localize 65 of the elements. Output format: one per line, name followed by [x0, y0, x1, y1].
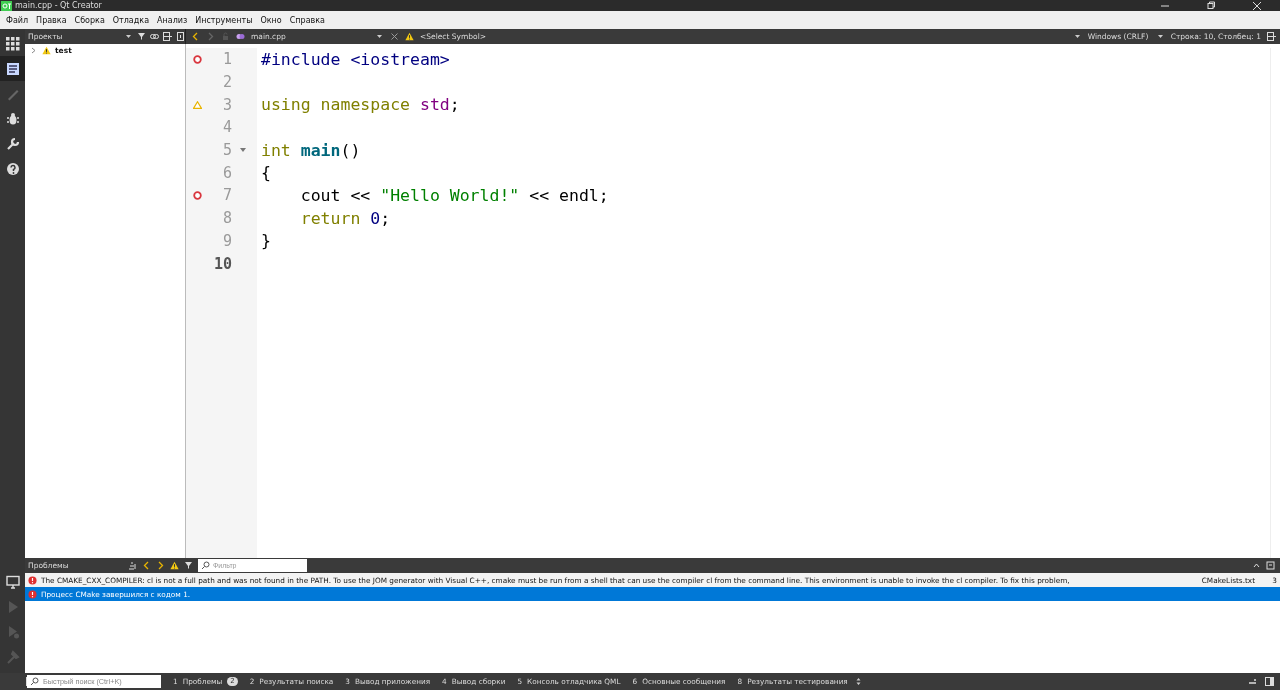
line-number: 9 — [221, 231, 232, 250]
progress-toggle-icon[interactable] — [1248, 677, 1257, 686]
menu-item[interactable]: Отладка — [112, 15, 150, 25]
filter-icon[interactable] — [137, 32, 146, 41]
line-number: 6 — [221, 163, 232, 182]
close-pane-icon[interactable] — [176, 32, 185, 41]
dropdown-arrow-icon[interactable] — [124, 32, 133, 41]
menu-item[interactable]: Инструменты — [195, 15, 253, 25]
file-type-icon — [236, 32, 245, 41]
line-number: 4 — [221, 118, 232, 137]
filter-icon[interactable] — [184, 561, 193, 570]
line-number: 10 — [212, 254, 232, 273]
sidebar-right-icon[interactable] — [1265, 677, 1274, 686]
search-icon — [201, 561, 210, 570]
code-line: { — [261, 163, 271, 183]
document-icon — [5, 61, 20, 76]
line-number: 5 — [221, 141, 232, 160]
warning-icon — [42, 46, 51, 55]
warning-icon — [170, 561, 179, 570]
menu-item[interactable]: Файл — [6, 15, 29, 25]
help-icon — [5, 161, 20, 176]
split-icon[interactable] — [1267, 32, 1276, 41]
error-marker-icon — [192, 190, 202, 200]
updown-arrow-icon[interactable] — [853, 677, 863, 686]
warning-icon — [405, 32, 414, 41]
code-line: using namespace std; — [261, 95, 460, 115]
code-line: } — [261, 231, 271, 251]
menu-item[interactable]: Справка — [289, 15, 325, 25]
caret-up-icon[interactable] — [1252, 561, 1261, 570]
search-icon — [30, 677, 39, 686]
wrench-icon — [5, 136, 20, 151]
hammer-icon — [5, 649, 20, 664]
split-icon[interactable] — [163, 32, 172, 41]
error-icon — [28, 589, 37, 599]
warning-marker-icon — [192, 100, 202, 109]
error-icon — [28, 575, 37, 585]
app-logo-icon — [1, 0, 12, 11]
menu-item[interactable]: Правка — [36, 15, 67, 25]
dropdown-arrow-icon[interactable] — [375, 32, 384, 41]
menu-item[interactable]: Сборка — [74, 15, 105, 25]
monitor-icon — [5, 574, 20, 589]
menu-item[interactable]: Анализ — [157, 15, 188, 25]
maximize-icon[interactable] — [1266, 561, 1275, 570]
line-number: 3 — [221, 95, 232, 114]
line-number: 2 — [221, 73, 232, 92]
line-number: 7 — [221, 186, 232, 205]
code-line: int main() — [261, 140, 361, 160]
sort-icon[interactable] — [128, 561, 137, 570]
fold-arrow-icon[interactable] — [240, 148, 246, 153]
grid-icon — [5, 36, 20, 51]
bug-icon — [5, 111, 20, 126]
line-number: 8 — [221, 209, 232, 228]
menu-item[interactable]: Окно — [260, 15, 282, 25]
code-line: cout << "Hello World!" << endl; — [299, 185, 609, 205]
lock-icon — [221, 32, 230, 41]
mode-button[interactable] — [0, 56, 25, 81]
code-line: return 0; — [299, 208, 391, 228]
code-line: #include <iostream> — [261, 49, 450, 69]
error-marker-icon — [192, 54, 202, 64]
dropdown-arrow-icon[interactable] — [1072, 32, 1082, 41]
window-title: main.cpp - Qt Creator — [15, 0, 102, 11]
line-number: 1 — [221, 50, 232, 69]
dropdown-arrow-icon[interactable] — [1155, 32, 1165, 41]
problem-row[interactable] — [25, 573, 1280, 587]
link-icon[interactable] — [150, 32, 159, 41]
